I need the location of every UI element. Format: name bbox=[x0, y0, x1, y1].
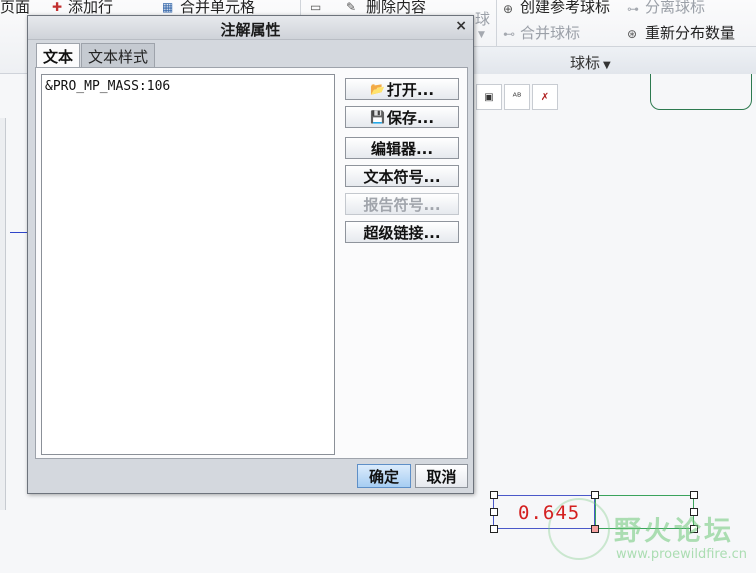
report-symbol-button[interactable]: 报告符号... bbox=[345, 193, 459, 215]
editor-button-label: 编辑器... bbox=[370, 139, 434, 158]
save-button-label: 保存... bbox=[386, 108, 435, 127]
watermark-title: 野火论坛 bbox=[614, 516, 734, 547]
renumber-icon: ⊛ bbox=[627, 27, 638, 41]
chevron-down-icon: ▼ bbox=[478, 30, 485, 40]
open-button-label: 打开... bbox=[386, 80, 435, 99]
balloon-group-label[interactable]: 球标 ▼ bbox=[570, 52, 611, 73]
ribbon-renumber-button[interactable]: 重新分布数量 bbox=[645, 24, 735, 42]
drawing-line bbox=[10, 232, 28, 233]
balloon-group-bar[interactable]: 球标 ▼ bbox=[470, 46, 756, 74]
ribbon-merge-cells-button[interactable]: 合并单元格 bbox=[180, 0, 255, 16]
drawing-frame bbox=[650, 74, 752, 110]
ribbon-separate-balloon-button[interactable]: 分离球标 bbox=[645, 0, 705, 16]
ribbon-create-ref-balloon-button[interactable]: 创建参考球标 bbox=[520, 0, 610, 16]
editor-button[interactable]: 编辑器... bbox=[345, 137, 459, 159]
create-ref-balloon-icon: ⊕ bbox=[503, 2, 514, 16]
note-text-area[interactable]: &PRO_MP_MASS:106 bbox=[41, 74, 335, 455]
cancel-button[interactable]: 取消 bbox=[415, 464, 468, 488]
clear-format-icon[interactable]: ✗ bbox=[532, 84, 558, 110]
selection-handle[interactable] bbox=[490, 525, 498, 533]
selection-handle[interactable] bbox=[490, 491, 498, 499]
left-panel-edge bbox=[0, 118, 6, 510]
chevron-down-icon: ▼ bbox=[603, 60, 611, 71]
ribbon-delete-content-button[interactable]: 删除内容 bbox=[366, 0, 426, 16]
note-properties-dialog: 注解属性 × 文本 文本样式 &PRO_MP_MASS:106 📂 打开... … bbox=[27, 15, 474, 494]
report-symbol-button-label: 报告符号... bbox=[363, 195, 441, 214]
drawing-toolbar: ▣ ᴬᴮ ✗ bbox=[476, 84, 558, 110]
merge-cells-icon: ▦ bbox=[162, 0, 174, 14]
add-row-icon: ✚ bbox=[52, 0, 63, 14]
tab-text-style[interactable]: 文本样式 bbox=[81, 43, 156, 67]
folder-icon: 📂 bbox=[369, 82, 385, 96]
tab-text[interactable]: 文本 bbox=[36, 43, 81, 68]
dialog-titlebar[interactable]: 注解属性 × bbox=[28, 16, 473, 40]
selection-handle[interactable] bbox=[591, 491, 599, 499]
selection-handle[interactable] bbox=[490, 508, 498, 516]
close-icon[interactable]: × bbox=[455, 18, 467, 34]
eraser-icon: ✎ bbox=[346, 0, 357, 14]
text-symbol-button[interactable]: 文本符号... bbox=[345, 165, 459, 187]
table-icon: ▭ bbox=[310, 0, 322, 14]
hyperlink-button-label: 超级链接... bbox=[363, 223, 441, 242]
merge-balloon-icon: ⊷ bbox=[503, 27, 515, 41]
ribbon-merge-balloon-button[interactable]: 合并球标 bbox=[520, 24, 580, 42]
format-icon[interactable]: ▣ bbox=[476, 84, 502, 110]
selection-handle[interactable] bbox=[690, 491, 698, 499]
open-button[interactable]: 📂 打开... bbox=[345, 78, 459, 100]
ribbon-add-row-button[interactable]: 添加行 bbox=[68, 0, 113, 16]
ribbon-page-button[interactable]: 页面 bbox=[0, 0, 30, 16]
hyperlink-button[interactable]: 超级链接... bbox=[345, 221, 459, 243]
separate-balloon-icon: ⊶ bbox=[627, 2, 639, 16]
save-button[interactable]: 💾 保存... bbox=[345, 106, 459, 128]
dialog-tabs: 文本 文本样式 bbox=[36, 43, 156, 68]
ribbon-separator bbox=[496, 0, 497, 46]
tab-panel-text: &PRO_MP_MASS:106 📂 打开... 💾 保存... 编辑器... … bbox=[35, 67, 468, 459]
text-style-icon[interactable]: ᴬᴮ bbox=[504, 84, 530, 110]
ribbon-balloon-partial[interactable]: 球 bbox=[475, 10, 490, 28]
save-icon: 💾 bbox=[369, 110, 385, 124]
text-symbol-button-label: 文本符号... bbox=[363, 167, 441, 186]
dimension-value[interactable]: 0.645 bbox=[518, 502, 580, 524]
dialog-title: 注解属性 bbox=[220, 21, 281, 39]
watermark-url: www.proewildfire.cn bbox=[616, 547, 747, 562]
ok-button[interactable]: 确定 bbox=[357, 464, 411, 488]
